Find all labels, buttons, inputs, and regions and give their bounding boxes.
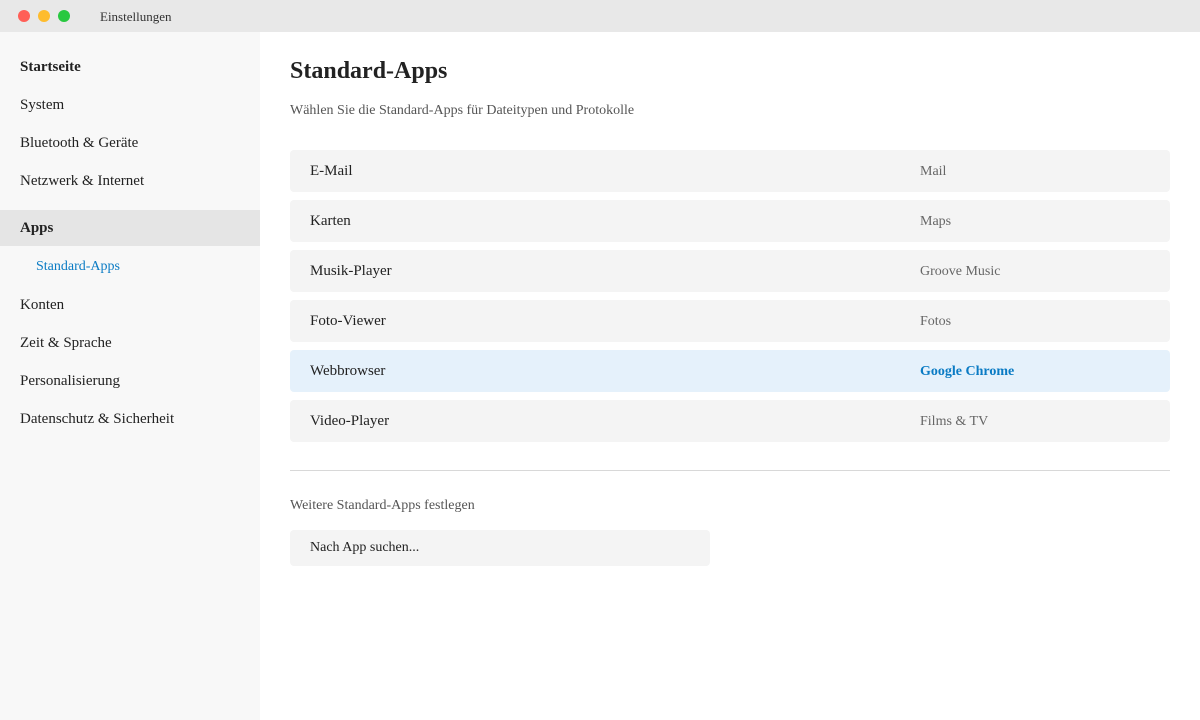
sidebar-item-system[interactable]: System — [0, 87, 260, 123]
sidebar-item-label: Konten — [20, 297, 65, 313]
row-value: Google Chrome — [920, 364, 1015, 379]
minimize-window-button[interactable] — [38, 10, 50, 22]
sidebar-item-bluetooth[interactable]: Bluetooth & Geräte — [0, 125, 260, 161]
settings-window: Einstellungen Startseite System Bluetoot… — [0, 0, 1200, 720]
sidebar-item-network[interactable]: Netzwerk & Internet — [0, 163, 260, 199]
row-label: Video-Player — [310, 413, 390, 429]
sidebar: Startseite System Bluetooth & Geräte Net… — [0, 32, 260, 720]
page-title: Standard-Apps — [290, 58, 448, 84]
sidebar-subitem-standard-apps[interactable]: Standard-Apps — [0, 249, 260, 285]
default-app-row-browser[interactable]: Webbrowser Google Chrome — [290, 350, 1170, 392]
sidebar-item-label: Bluetooth & Geräte — [20, 135, 139, 151]
row-label: Foto-Viewer — [310, 313, 386, 329]
sidebar-item-label: Standard-Apps — [36, 259, 120, 274]
section-divider — [290, 470, 1170, 471]
default-app-row-photos[interactable]: Foto-Viewer Fotos — [290, 300, 1170, 342]
sidebar-item-label: Netzwerk & Internet — [20, 173, 145, 189]
default-app-row-email[interactable]: E-Mail Mail — [290, 150, 1170, 192]
sidebar-item-accounts[interactable]: Konten — [0, 287, 260, 323]
app-search-input[interactable] — [290, 530, 710, 566]
sidebar-item-privacy-security[interactable]: Datenschutz & Sicherheit — [0, 401, 260, 437]
row-value: Groove Music — [920, 264, 1001, 279]
default-app-row-maps[interactable]: Karten Maps — [290, 200, 1170, 242]
sidebar-item-label: Startseite — [20, 59, 81, 75]
page-subtitle: Wählen Sie die Standard-Apps für Dateity… — [290, 103, 635, 118]
row-label: Karten — [310, 213, 351, 229]
sidebar-item-label: Zeit & Sprache — [20, 335, 112, 351]
row-label: Webbrowser — [310, 363, 386, 379]
sidebar-item-label: Personalisierung — [20, 373, 120, 389]
more-defaults-label: Weitere Standard-Apps festlegen — [290, 498, 475, 513]
sidebar-item-personalization[interactable]: Personalisierung — [0, 363, 260, 399]
default-app-row-video[interactable]: Video-Player Films & TV — [290, 400, 1170, 442]
row-value: Films & TV — [920, 414, 989, 429]
sidebar-item-label: Apps — [20, 220, 54, 236]
sidebar-item-time-language[interactable]: Zeit & Sprache — [0, 325, 260, 361]
row-value: Fotos — [920, 314, 952, 329]
row-label: E-Mail — [310, 163, 353, 179]
default-app-row-music[interactable]: Musik-Player Groove Music — [290, 250, 1170, 292]
main-content: Standard-Apps Wählen Sie die Standard-Ap… — [260, 32, 1200, 720]
sidebar-item-label: System — [20, 97, 65, 113]
sidebar-item-startseite[interactable]: Startseite — [0, 49, 260, 85]
row-label: Musik-Player — [310, 263, 392, 279]
close-window-button[interactable] — [18, 10, 30, 22]
row-value: Maps — [920, 214, 952, 229]
sidebar-item-apps[interactable]: Apps — [0, 210, 260, 246]
row-value: Mail — [920, 164, 947, 179]
title-bar: Einstellungen — [0, 0, 1200, 32]
sidebar-item-label: Datenschutz & Sicherheit — [20, 411, 175, 427]
window-title: Einstellungen — [100, 9, 172, 24]
maximize-window-button[interactable] — [58, 10, 70, 22]
